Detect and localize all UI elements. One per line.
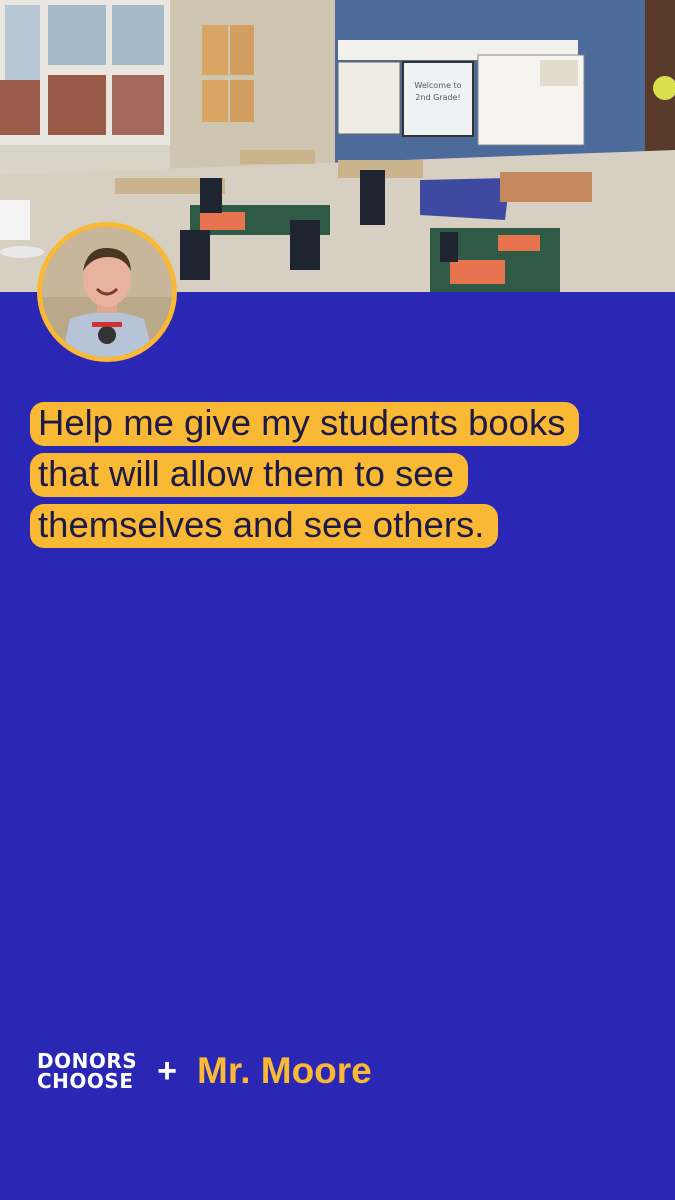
board-text-2: 2nd Grade! bbox=[415, 93, 460, 102]
headline-line-1: Help me give my students books bbox=[30, 397, 670, 448]
teacher-avatar bbox=[37, 222, 177, 362]
board-text-1: Welcome to bbox=[414, 81, 461, 90]
plus-sign: + bbox=[157, 1052, 178, 1090]
headline-line-2: that will allow them to see bbox=[30, 448, 670, 499]
logo-line-2: CHOOSE bbox=[37, 1069, 134, 1093]
project-headline: Help me give my students books that will… bbox=[30, 397, 670, 550]
donorschoose-logo: DONORS CHOOSE bbox=[37, 1051, 137, 1091]
headline-line-3: themselves and see others. bbox=[30, 499, 670, 550]
teacher-name: Mr. Moore bbox=[197, 1050, 372, 1091]
teacher-photo bbox=[42, 227, 172, 357]
footer-branding: DONORS CHOOSE + Mr. Moore bbox=[37, 1046, 372, 1096]
headline-text-3: themselves and see others. bbox=[30, 504, 499, 548]
logo-line-1: DONORS bbox=[37, 1049, 138, 1073]
headline-text-2: that will allow them to see bbox=[30, 453, 468, 497]
headline-text-1: Help me give my students books bbox=[30, 402, 580, 446]
